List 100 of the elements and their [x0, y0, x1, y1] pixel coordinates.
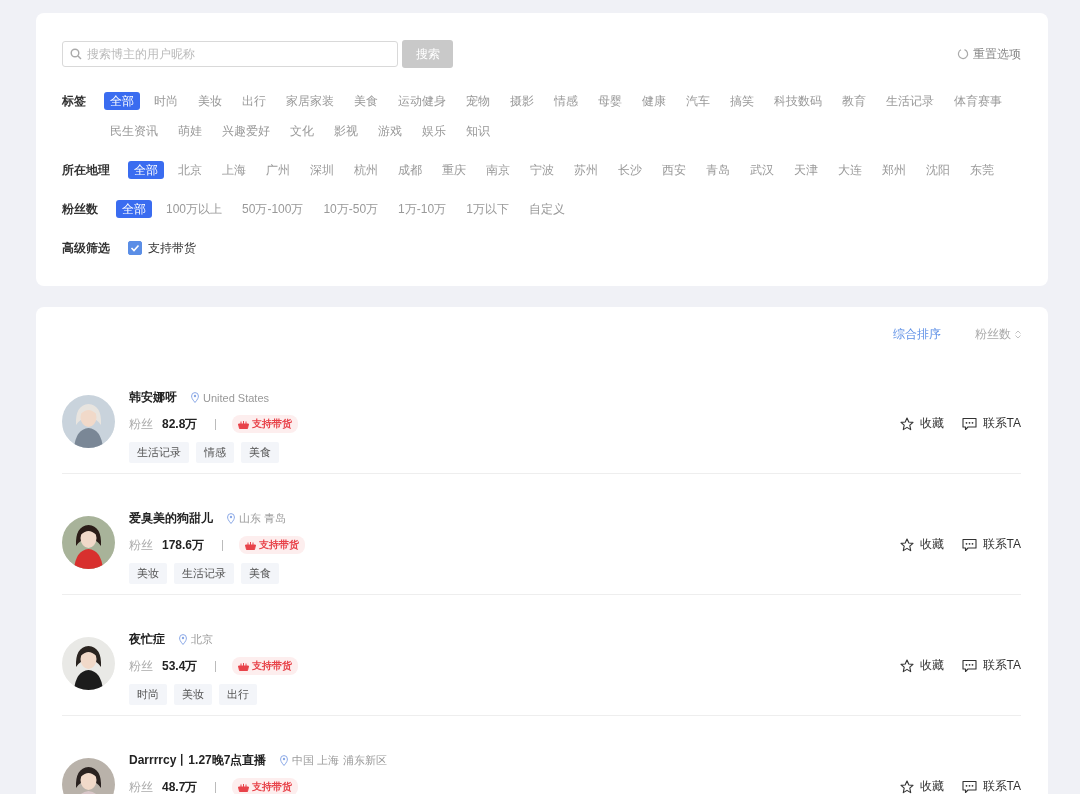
filter-option[interactable]: 10万-50万	[317, 200, 385, 218]
fans-label: 粉丝	[129, 657, 153, 675]
filter-option[interactable]: 深圳	[304, 161, 340, 179]
filter-option[interactable]: 美妆	[192, 92, 228, 110]
category-tag: 生活记录	[129, 442, 189, 463]
favorite-button[interactable]: 收藏	[899, 657, 944, 674]
filter-option[interactable]: 宠物	[460, 92, 496, 110]
chat-icon	[961, 779, 977, 794]
favorite-button[interactable]: 收藏	[899, 778, 944, 794]
filter-option[interactable]: 兴趣爱好	[216, 122, 276, 140]
category-tag: 美食	[241, 563, 279, 584]
filter-option[interactable]: 教育	[836, 92, 872, 110]
filter-option[interactable]: 汽车	[680, 92, 716, 110]
sales-badge: 支持带货	[232, 778, 299, 794]
filter-option[interactable]: 生活记录	[880, 92, 940, 110]
filter-option[interactable]: 广州	[260, 161, 296, 179]
filter-option[interactable]: 东莞	[964, 161, 1000, 179]
filter-option[interactable]: 长沙	[612, 161, 648, 179]
filter-option[interactable]: 摄影	[504, 92, 540, 110]
filter-option[interactable]: 西安	[656, 161, 692, 179]
star-icon	[899, 779, 914, 794]
filter-option[interactable]: 时尚	[148, 92, 184, 110]
filter-option[interactable]: 北京	[172, 161, 208, 179]
filter-option[interactable]: 全部	[116, 200, 152, 218]
refresh-icon	[957, 48, 969, 60]
filter-option[interactable]: 上海	[216, 161, 252, 179]
checkbox[interactable]	[128, 241, 142, 255]
filter-option[interactable]: 青岛	[700, 161, 736, 179]
filter-label: 标签	[62, 93, 86, 110]
filter-option[interactable]: 母婴	[592, 92, 628, 110]
filter-option[interactable]: 100万以上	[160, 200, 229, 218]
fans-count: 48.7万	[162, 778, 198, 794]
filter-option[interactable]: 情感	[548, 92, 584, 110]
checkbox-label: 支持带货	[148, 239, 196, 257]
blogger-name[interactable]: 夜忙症	[129, 631, 165, 648]
location-pin-icon	[280, 755, 289, 766]
category-tag: 美妆	[174, 684, 212, 705]
contact-button[interactable]: 联系TA	[961, 657, 1021, 674]
filter-option[interactable]: 杭州	[348, 161, 384, 179]
location-text: 山东 青岛	[239, 511, 287, 526]
filter-option[interactable]: 全部	[128, 161, 164, 179]
filter-option[interactable]: 游戏	[372, 122, 408, 140]
blogger-name[interactable]: 韩安娜呀	[129, 389, 177, 406]
filter-option[interactable]: 成都	[392, 161, 428, 179]
filter-option[interactable]: 南京	[480, 161, 516, 179]
category-tag: 生活记录	[174, 563, 234, 584]
star-icon	[899, 537, 914, 552]
filter-option[interactable]: 搞笑	[724, 92, 760, 110]
fans-label: 粉丝	[129, 415, 153, 433]
contact-button[interactable]: 联系TA	[961, 415, 1021, 432]
blogger-name[interactable]: Darrrrcy丨1.27晚7点直播	[129, 752, 267, 769]
filter-option[interactable]: 影视	[328, 122, 364, 140]
sort-option[interactable]: 粉丝数	[975, 326, 1021, 343]
filter-option[interactable]: 自定义	[522, 200, 571, 218]
filter-option[interactable]: 郑州	[876, 161, 912, 179]
chat-icon	[961, 537, 977, 552]
filter-option[interactable]: 健康	[636, 92, 672, 110]
filter-option[interactable]: 全部	[104, 92, 140, 110]
filter-option[interactable]: 娱乐	[416, 122, 452, 140]
filter-option[interactable]: 萌娃	[172, 122, 208, 140]
filter-option[interactable]: 大连	[832, 161, 868, 179]
filter-option[interactable]: 民生资讯	[104, 122, 164, 140]
star-icon	[899, 658, 914, 673]
filter-option[interactable]: 苏州	[568, 161, 604, 179]
contact-button[interactable]: 联系TA	[961, 536, 1021, 553]
fans-count: 178.6万	[162, 536, 205, 554]
filter-option[interactable]: 运动健身	[392, 92, 452, 110]
filter-option[interactable]: 武汉	[744, 161, 780, 179]
filter-option[interactable]: 体育赛事	[948, 92, 1008, 110]
search-field[interactable]: 搜索博主的用户昵称	[62, 41, 398, 67]
filter-option[interactable]: 1万-10万	[392, 200, 453, 218]
filter-option[interactable]: 家居家装	[280, 92, 340, 110]
filter-option[interactable]: 宁波	[524, 161, 560, 179]
filter-option[interactable]: 美食	[348, 92, 384, 110]
favorite-button[interactable]: 收藏	[899, 536, 944, 553]
fans-count: 53.4万	[162, 657, 198, 675]
basket-icon	[238, 661, 250, 671]
sort-arrows-icon	[1015, 330, 1021, 339]
contact-button[interactable]: 联系TA	[961, 778, 1021, 794]
favorite-button[interactable]: 收藏	[899, 415, 944, 432]
blogger-name[interactable]: 爱臭美的狗甜儿	[129, 510, 213, 527]
category-tag: 情感	[196, 442, 234, 463]
filter-option[interactable]: 天津	[788, 161, 824, 179]
filter-option[interactable]: 沈阳	[920, 161, 956, 179]
filter-label: 高级筛选	[62, 240, 110, 257]
reset-button[interactable]: 重置选项	[957, 45, 1021, 63]
filter-option[interactable]: 重庆	[436, 161, 472, 179]
category-tag: 出行	[219, 684, 257, 705]
sort-option[interactable]: 综合排序	[893, 326, 941, 343]
filter-option[interactable]: 1万以下	[460, 200, 515, 218]
basket-icon	[245, 540, 257, 550]
filter-option[interactable]: 科技数码	[768, 92, 828, 110]
filter-option[interactable]: 知识	[460, 122, 496, 140]
filter-option[interactable]: 文化	[284, 122, 320, 140]
category-tag: 美食	[241, 442, 279, 463]
filter-option[interactable]: 出行	[236, 92, 272, 110]
location-text: 北京	[191, 632, 213, 647]
fans-count: 82.8万	[162, 415, 198, 433]
location-pin-icon	[191, 392, 199, 403]
filter-option[interactable]: 50万-100万	[236, 200, 310, 218]
